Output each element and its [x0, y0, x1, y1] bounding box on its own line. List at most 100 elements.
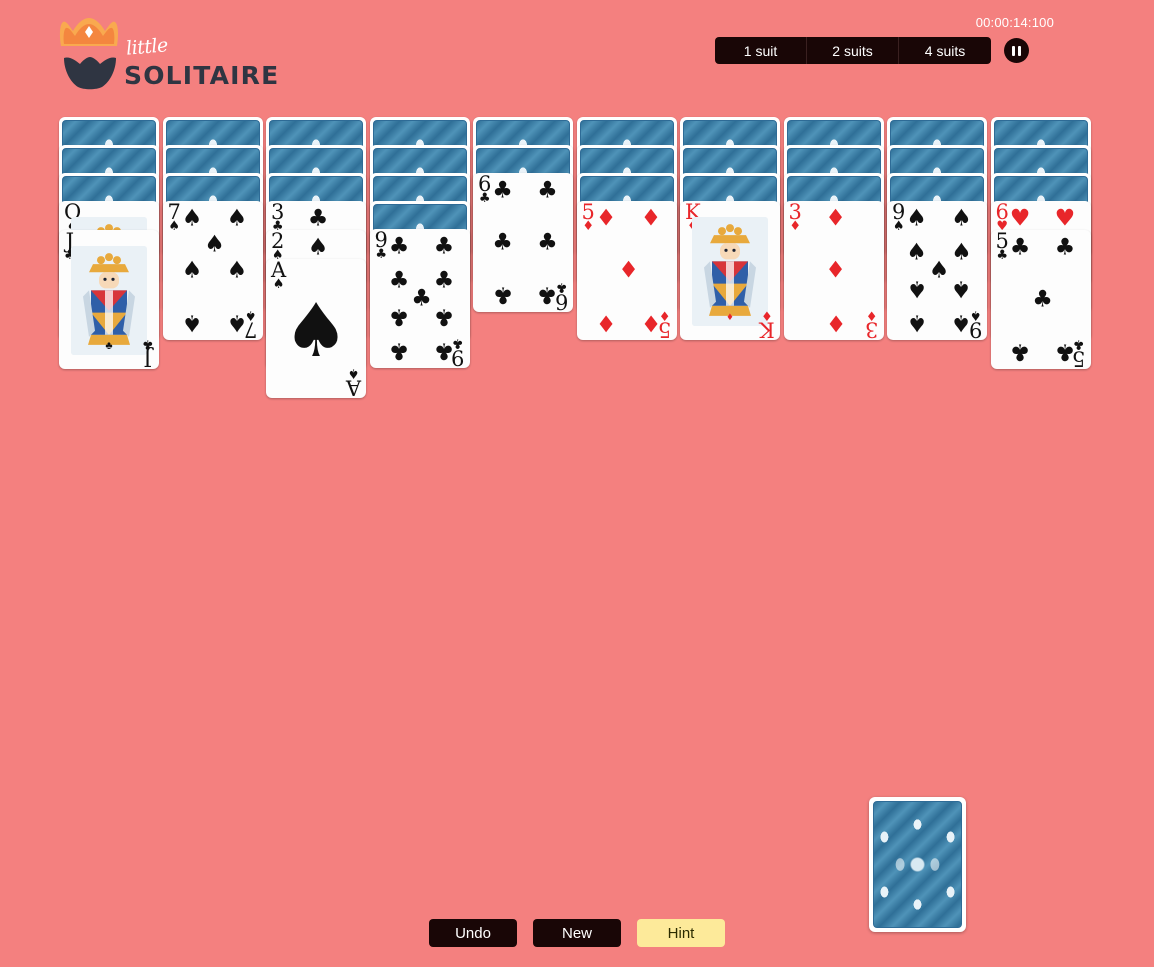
card-corner-bottom-right: 7 ♠ — [244, 306, 258, 340]
card-corner-top-left: 3 ♣ — [271, 201, 284, 233]
face-up-card-J-clubs[interactable]: J ♣ ♣ J ♣ — [59, 230, 159, 369]
card-pip: ♣ — [1032, 286, 1053, 312]
difficulty-1-suit[interactable]: 1 suit — [715, 37, 807, 64]
card-pip: ♠ — [951, 239, 972, 266]
face-up-card-K-diamonds[interactable]: K ♦ ♦ K ♦ — [680, 201, 780, 340]
card-corner-top-left: 3 ♦ — [789, 201, 802, 235]
card-corner-top-left: 5 ♦ — [582, 201, 595, 235]
card-pip: ♠ — [226, 205, 248, 232]
new-button[interactable]: New — [533, 919, 621, 947]
logo-script-text: little — [125, 34, 169, 60]
face-up-card-3-diamonds[interactable]: 3 ♦ ♦ ♦ ♦ 3 ♦ — [783, 201, 884, 340]
card-corner-bottom-right: 5 ♦ — [658, 306, 672, 340]
card-suit-symbol: ♠ — [168, 219, 181, 235]
card-pip: ♠ — [226, 257, 248, 283]
card-pip: ♣ — [433, 267, 455, 294]
card-pip: ♠ — [307, 234, 329, 261]
face-up-card-5-clubs[interactable]: 5 ♣ ♣ ♣ ♣ ♣ ♣ 5 ♣ — [990, 230, 1091, 369]
card-pip-grid: ♣ ♣ ♣ ♣ ♣ — [1010, 236, 1075, 365]
card-pip: ♦ — [825, 257, 846, 283]
card-pip: ♠ — [204, 231, 225, 258]
card-corner-top-left: 7 ♠ — [168, 201, 181, 235]
card-suit-symbol: ♣ — [478, 191, 491, 207]
card-pip: ♠ — [906, 309, 927, 336]
crown-icon — [59, 18, 119, 46]
face-up-card-9-clubs[interactable]: 9 ♣ ♣ ♣ ♣ ♣ ♣ ♣ ♣ ♣ ♣ 9 ♣ — [369, 229, 470, 368]
card-pip: ♣ — [492, 229, 513, 255]
card-corner-bottom-right: A ♠ — [345, 364, 361, 398]
card-pip: ♣ — [1009, 234, 1031, 261]
card-corner-bottom-right: 5 ♣ — [1072, 335, 1086, 369]
card-pip-grid: ♠ ♠ ♠ ♠ ♠ ♠ ♠ — [182, 207, 247, 336]
stock-pile[interactable] — [869, 797, 966, 932]
card-pip: ♣ — [433, 233, 455, 260]
card-corner-bottom-right: K ♦ — [759, 306, 775, 340]
card-corner-top-left: 6 ♣ — [478, 173, 491, 207]
card-pip-grid: ♠ ♠ ♠ ♠ ♠ ♠ ♠ ♠ ♠ — [906, 207, 971, 336]
card-pip: ♠ — [181, 205, 203, 232]
card-pip: ♥ — [1009, 205, 1031, 232]
undo-button[interactable]: Undo — [429, 919, 517, 947]
card-corner-top-left: A ♠ — [271, 259, 286, 291]
card-corner-top-left: 9 ♣ — [375, 229, 388, 263]
ace-center-pip: ♠ — [282, 288, 350, 375]
face-up-card-5-diamonds[interactable]: 5 ♦ ♦ ♦ ♦ ♦ ♦ 5 ♦ — [576, 201, 677, 340]
pause-icon-bar-left — [1012, 45, 1015, 56]
svg-text:♦: ♦ — [727, 311, 733, 323]
card-suit-symbol: ♦ — [789, 219, 802, 235]
card-pip: ♠ — [928, 257, 950, 283]
card-corner-bottom-right: 6 ♣ — [554, 278, 568, 312]
card-corner-top-left: 6 ♥ — [996, 201, 1009, 233]
card-pip: ♠ — [906, 205, 927, 232]
card-pip-grid: ♣ ♣ ♣ ♣ ♣ ♣ ♣ ♣ ♣ — [389, 235, 454, 364]
card-pip: ♣ — [537, 177, 558, 204]
court-illustration: ♣ — [71, 246, 147, 355]
card-suit-symbol: ♣ — [996, 248, 1009, 264]
card-pip: ♣ — [307, 205, 329, 232]
card-corner-bottom-right: 3 ♦ — [865, 306, 879, 340]
logo-main-text: SOLITAIRE — [124, 61, 280, 90]
card-pip: ♦ — [825, 205, 846, 232]
difficulty-2-suits[interactable]: 2 suits — [807, 37, 899, 64]
game-timer: 00:00:14:100 — [975, 15, 1054, 30]
beard-icon — [64, 57, 116, 90]
card-pip: ♠ — [951, 205, 972, 232]
pause-button[interactable] — [1004, 38, 1029, 63]
card-suit-symbol: ♣ — [375, 247, 388, 263]
card-pip: ♣ — [433, 303, 455, 330]
card-pip: ♠ — [181, 257, 203, 283]
card-pip: ♦ — [825, 309, 846, 336]
card-pip: ♠ — [951, 275, 972, 302]
difficulty-4-suits[interactable]: 4 suits — [899, 37, 991, 64]
card-suit-symbol: ♠ — [892, 219, 905, 235]
card-pip: ♣ — [1054, 234, 1076, 261]
card-corner-top-left: 5 ♣ — [996, 230, 1009, 264]
solitaire-app: little SOLITAIRE 00:00:14:100 1 suit 2 s… — [0, 0, 1154, 967]
card-pip: ♣ — [492, 177, 513, 204]
card-pip-grid: ♦ ♦ ♦ ♦ ♦ — [596, 207, 661, 336]
card-corner-top-left: 2 ♠ — [271, 230, 284, 262]
face-up-card-7-spades[interactable]: 7 ♠ ♠ ♠ ♠ ♠ ♠ ♠ ♠ 7 ♠ — [162, 201, 263, 340]
card-suit-symbol: ♦ — [582, 219, 595, 235]
card-pip: ♥ — [1054, 205, 1076, 232]
court-illustration: ♦ — [692, 217, 768, 326]
card-corner-bottom-right: 9 ♠ — [968, 306, 982, 340]
card-pip: ♣ — [537, 229, 558, 255]
card-pip: ♠ — [906, 275, 927, 302]
face-up-card-9-spades[interactable]: 9 ♠ ♠ ♠ ♠ ♠ ♠ ♠ ♠ ♠ ♠ 9 ♠ — [887, 201, 987, 340]
card-corner-bottom-right: 9 ♣ — [451, 334, 465, 368]
card-back-pattern — [873, 801, 962, 928]
card-pip: ♣ — [388, 303, 410, 330]
card-pip: ♠ — [906, 239, 927, 266]
card-pip: ♦ — [595, 205, 617, 232]
card-pip: ♣ — [1009, 338, 1031, 365]
difficulty-button-group: 1 suit 2 suits 4 suits — [715, 37, 991, 64]
card-pip: ♣ — [388, 337, 410, 364]
face-up-card-A-spades[interactable]: A ♠ ♠ A ♠ — [266, 259, 366, 398]
hint-button[interactable]: Hint — [637, 919, 725, 947]
svg-text:♣: ♣ — [105, 340, 112, 352]
card-corner-bottom-right: J ♣ — [142, 335, 154, 369]
face-up-card-6-clubs[interactable]: 6 ♣ ♣ ♣ ♣ ♣ ♣ ♣ 6 ♣ — [473, 173, 573, 312]
card-pip: ♦ — [595, 309, 617, 336]
card-pip-grid: ♣ ♣ ♣ ♣ ♣ ♣ — [492, 179, 557, 308]
